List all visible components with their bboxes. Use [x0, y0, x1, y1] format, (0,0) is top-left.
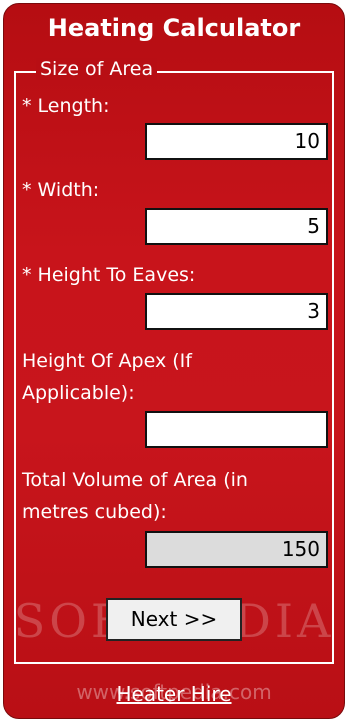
- height-eaves-label: * Height To Eaves:: [22, 264, 196, 286]
- page-title: Heating Calculator: [47, 14, 301, 42]
- heating-calculator-panel: Heating Calculator Size of Area * Length…: [3, 3, 345, 719]
- width-label: * Width:: [22, 179, 100, 201]
- height-apex-label-line2: Applicable):: [22, 382, 135, 404]
- total-volume-label-line2: metres cubed):: [22, 501, 167, 523]
- length-label: * Length:: [22, 95, 110, 117]
- width-input[interactable]: 5: [145, 208, 328, 245]
- fieldset-legend: Size of Area: [36, 58, 158, 80]
- total-volume-label-line1: Total Volume of Area (in: [22, 469, 248, 491]
- height-apex-input[interactable]: [145, 411, 328, 448]
- next-button[interactable]: Next >>: [106, 598, 242, 641]
- length-input[interactable]: 10: [145, 123, 328, 160]
- height-eaves-input[interactable]: 3: [145, 293, 328, 330]
- total-volume-output: 150: [145, 531, 328, 568]
- height-apex-label-line1: Height Of Apex (If: [22, 350, 192, 372]
- heater-hire-link[interactable]: Heater Hire: [4, 682, 344, 706]
